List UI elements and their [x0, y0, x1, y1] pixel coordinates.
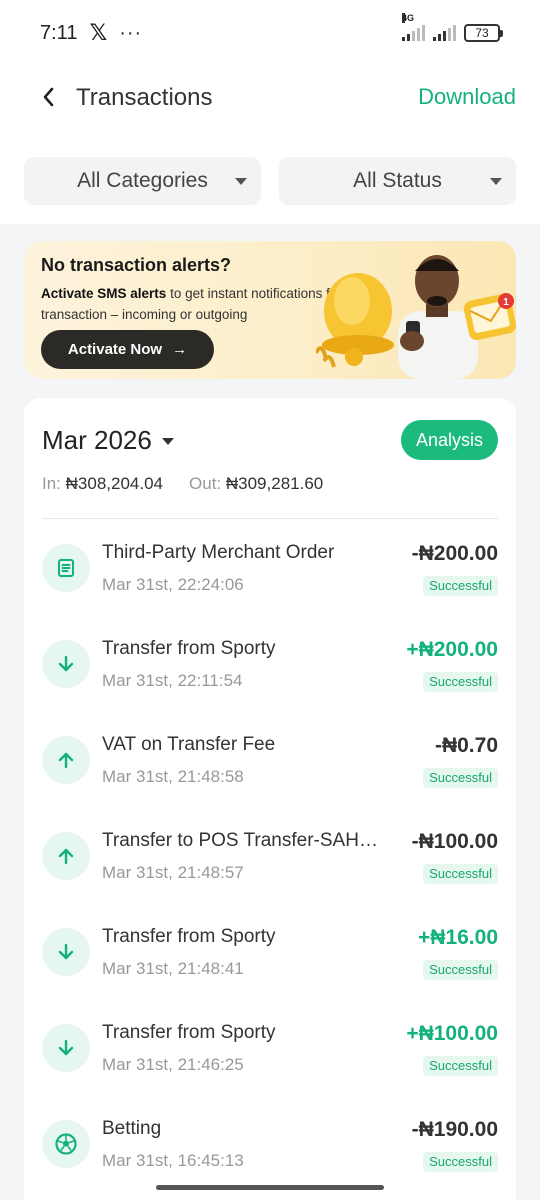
- transaction-name: Transfer from Sporty: [102, 926, 276, 947]
- status-badge: Successful: [423, 1056, 498, 1076]
- status-badge: Successful: [423, 576, 498, 596]
- transaction-amount: -₦0.70: [434, 734, 498, 757]
- month-selector[interactable]: Mar 2026: [42, 425, 174, 456]
- home-indicator[interactable]: [156, 1185, 384, 1190]
- transaction-time: Mar 31st, 16:45:13: [102, 1151, 244, 1170]
- more-notifications-icon: ···: [119, 21, 143, 44]
- activate-now-button[interactable]: Activate Now →: [41, 330, 214, 369]
- notification-badge: 1: [503, 297, 509, 308]
- bell-icon: [316, 273, 394, 368]
- battery-icon: 73: [464, 24, 503, 42]
- category-filter-label: All Categories: [77, 169, 208, 192]
- transaction-time: Mar 31st, 22:24:06: [102, 575, 244, 594]
- divider: [42, 518, 498, 519]
- transaction-amount: -₦190.00: [411, 1118, 498, 1141]
- transactions-card: Mar 2026 Analysis In: ₦308,204.04 Out: ₦…: [24, 398, 516, 1200]
- category-filter-dropdown[interactable]: All Categories: [24, 157, 261, 205]
- transaction-amount: -₦200.00: [411, 542, 498, 565]
- document-icon: [42, 544, 90, 592]
- filter-bar: All Categories All Status: [0, 130, 540, 224]
- arrow-up-icon: [42, 736, 90, 784]
- transaction-time: Mar 31st, 21:48:41: [102, 959, 244, 978]
- out-value: ₦309,281.60: [225, 474, 324, 493]
- page-title: Transactions: [76, 84, 213, 111]
- arrow-down-icon: [42, 1024, 90, 1072]
- activate-now-label: Activate Now: [67, 341, 163, 358]
- signal-icon-2: [433, 25, 456, 41]
- caret-down-icon: [490, 178, 502, 185]
- transaction-name: Transfer to POS Transfer-SAHA...: [102, 830, 387, 851]
- app-header: Transactions Download: [0, 66, 540, 130]
- analysis-button[interactable]: Analysis: [401, 420, 498, 460]
- status-time: 7:11: [40, 21, 78, 44]
- in-value: ₦308,204.04: [65, 474, 164, 493]
- in-out-summary: In: ₦308,204.04 Out: ₦309,281.60: [42, 474, 323, 494]
- status-badge: Successful: [423, 864, 498, 884]
- month-label: Mar 2026: [42, 425, 152, 455]
- arrow-right-icon: →: [172, 341, 188, 358]
- transaction-amount: -₦100.00: [411, 830, 498, 853]
- status-badge: Successful: [423, 1152, 498, 1172]
- status-filter-dropdown[interactable]: All Status: [279, 157, 516, 205]
- transaction-name: Third-Party Merchant Order: [102, 542, 335, 563]
- status-badge: Successful: [423, 768, 498, 788]
- soccer-ball-icon: [42, 1120, 90, 1168]
- transaction-time: Mar 31st, 21:48:57: [102, 863, 244, 882]
- transaction-row[interactable]: VAT on Transfer Fee Mar 31st, 21:48:58 -₦0…: [24, 734, 516, 830]
- in-label: In:: [42, 474, 61, 493]
- banner-title: No transaction alerts?: [41, 255, 232, 275]
- caret-down-icon: [161, 438, 174, 445]
- out-summary: Out: ₦309,281.60: [189, 474, 323, 494]
- transaction-row[interactable]: Transfer to POS Transfer-SAHA... Mar 31st…: [24, 830, 516, 926]
- status-badge: Successful: [423, 672, 498, 692]
- caret-down-icon: [235, 178, 247, 185]
- transaction-row[interactable]: Transfer from Sporty Mar 31st, 22:11:54 +₦…: [24, 638, 516, 734]
- download-button[interactable]: Download: [418, 84, 516, 110]
- banner-text-bold: Activate SMS alerts: [41, 286, 167, 301]
- status-bar: 7:11 𝕏 ··· 4G 73: [0, 0, 540, 66]
- out-label: Out:: [189, 474, 222, 493]
- transaction-name: Transfer from Sporty: [102, 638, 276, 659]
- transaction-amount: +₦100.00: [406, 1022, 498, 1045]
- arrow-down-icon: [42, 928, 90, 976]
- status-filter-label: All Status: [353, 169, 442, 192]
- arrow-down-icon: [42, 640, 90, 688]
- signal-icon: 4G: [402, 13, 425, 41]
- transaction-name: Betting: [102, 1118, 162, 1139]
- envelope-icon: 1: [463, 293, 516, 341]
- transaction-name: Transfer from Sporty: [102, 1022, 276, 1043]
- transaction-row[interactable]: Transfer from Sporty Mar 31st, 21:46:25 +₦…: [24, 1022, 516, 1118]
- status-badge: Successful: [423, 960, 498, 980]
- transaction-amount: +₦200.00: [406, 638, 498, 661]
- transaction-time: Mar 31st, 21:48:58: [102, 767, 244, 786]
- back-button[interactable]: [36, 85, 60, 109]
- transaction-time: Mar 31st, 22:11:54: [102, 671, 243, 690]
- promo-illustration: 1: [316, 255, 516, 379]
- transaction-time: Mar 31st, 21:46:25: [102, 1055, 244, 1074]
- transaction-name: VAT on Transfer Fee: [102, 734, 276, 755]
- transaction-row[interactable]: Third-Party Merchant Order Mar 31st, 22:2…: [24, 542, 516, 638]
- arrow-up-icon: [42, 832, 90, 880]
- transaction-row[interactable]: Transfer from Sporty Mar 31st, 21:48:41 +₦…: [24, 926, 516, 1022]
- chevron-left-icon: [43, 87, 54, 107]
- network-type: 4G: [402, 13, 415, 23]
- sms-alert-banner[interactable]: No transaction alerts? Activate SMS aler…: [24, 241, 516, 379]
- transaction-amount: +₦16.00: [418, 926, 498, 949]
- x-app-icon: 𝕏: [89, 20, 108, 45]
- in-summary: In: ₦308,204.04: [42, 474, 163, 494]
